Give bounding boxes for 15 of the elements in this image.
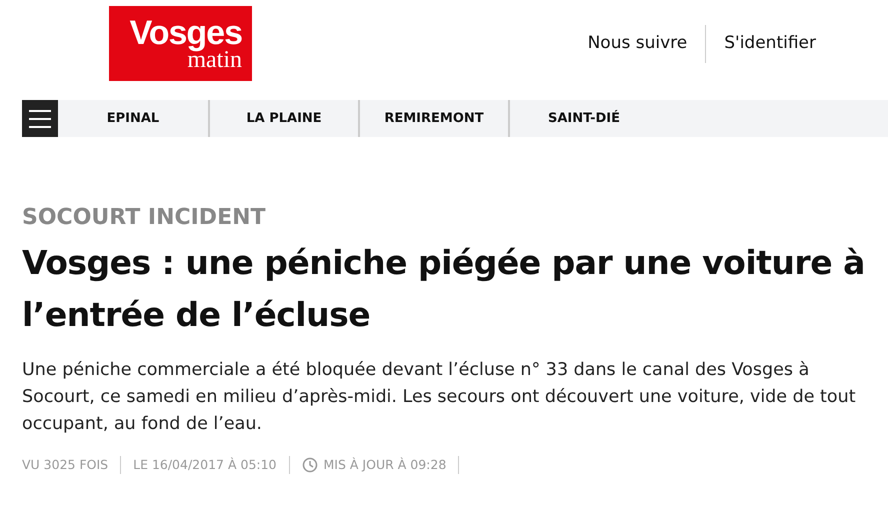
nav-link[interactable]: LA PLAINE — [210, 108, 358, 128]
meta-text: MIS À JOUR À 09:28 — [324, 456, 446, 474]
nav-link[interactable]: REMIREMONT — [360, 108, 508, 128]
headline: Vosges : une péniche piégée par une voiture à l’entrée de l’écluse — [22, 242, 866, 336]
nav-link[interactable]: EPINAL — [58, 108, 208, 128]
menu-icon[interactable] — [22, 100, 58, 137]
header-link[interactable]: S'identifier — [724, 31, 816, 57]
nav-link[interactable]: SAINT-DIÉ — [510, 108, 658, 128]
summary: Une péniche commerciale a été bloquée devant l’écluse n° 33 dans le canal des Vosges à Socourt, ce samedi en milieu d’après-midi. Les secours ont découvert une voiture, vide de tout occupant, au fond de l’eau. — [22, 359, 857, 436]
logo[interactable]: Vosges matin — [109, 6, 252, 81]
header-link[interactable]: Nous suivre — [588, 31, 688, 57]
kicker: SOCOURT INCIDENT — [22, 204, 267, 232]
clock-icon — [302, 457, 318, 474]
meta-text: LE 16/04/2017 À 05:10 — [133, 456, 277, 474]
meta-text: VU 3025 FOIS — [22, 456, 108, 474]
